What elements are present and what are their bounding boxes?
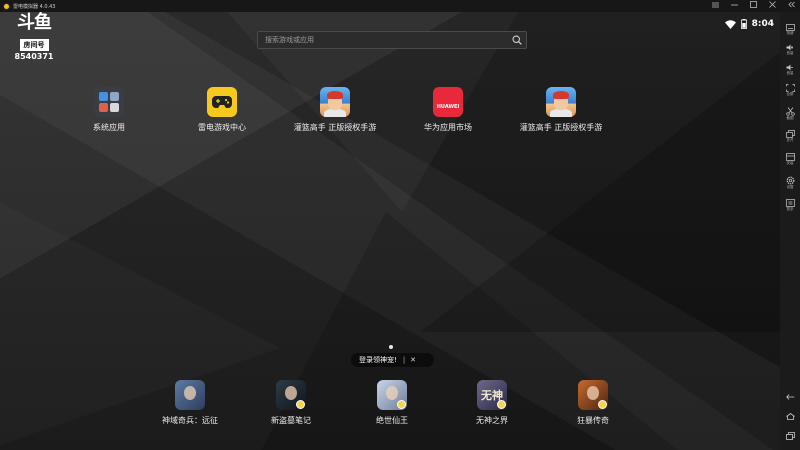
back-arrow-icon <box>785 394 794 400</box>
title-bar: 雷电模拟器 4.0.43 <box>0 0 800 12</box>
toolbar-install-apk-button[interactable]: 安装 <box>780 153 800 165</box>
app-label: 雷电游戏中心 <box>198 123 246 132</box>
dock-game-kuangbao[interactable]: 狂暴传奇 <box>533 380 653 426</box>
window-title: 雷电模拟器 4.0.43 <box>13 3 56 10</box>
app-slam-dunk-2[interactable]: 灌篮高手 正版授权手游 <box>501 87 621 133</box>
slam-dunk-icon <box>546 87 576 117</box>
fullscreen-icon <box>785 84 795 92</box>
toolbar-label: 设置 <box>786 185 794 189</box>
shenyu-game-icon <box>175 380 205 410</box>
gear-icon <box>786 176 794 185</box>
right-toolbar: 按键 音量 音量 全屏 截图 多开 安装 设置 更多 <box>780 12 800 450</box>
toolbar-label: 截图 <box>786 116 794 120</box>
search-icon[interactable] <box>508 32 526 48</box>
slam-dunk-icon <box>320 87 350 117</box>
kuangbao-game-icon <box>578 380 608 410</box>
gamepad-icon <box>207 87 237 117</box>
app-label: 系统应用 <box>93 123 125 132</box>
juexian-game-icon <box>377 380 407 410</box>
download-badge-icon <box>497 400 506 409</box>
download-badge-icon <box>397 400 406 409</box>
volume-up-icon <box>786 44 793 51</box>
tooltip-close-icon[interactable]: ✕ <box>410 356 416 364</box>
toolbar-label: 安装 <box>786 161 794 165</box>
wushen-game-icon: 无神 <box>477 380 507 410</box>
huawei-appgallery-icon: HUAWEI <box>433 87 463 117</box>
toolbar-multi-instance-button[interactable]: 多开 <box>780 130 800 142</box>
room-label: 房间号 <box>19 39 49 51</box>
collapse-sidebar-icon[interactable] <box>786 0 796 12</box>
scissors-icon <box>785 107 795 116</box>
login-reward-tooltip[interactable]: 登录领神宠! | ✕ <box>351 353 434 367</box>
huawei-icon-text: HUAWEI <box>436 104 460 110</box>
app-label: 华为应用市场 <box>424 123 472 132</box>
restore-icon[interactable] <box>748 0 758 12</box>
app-huawei-appgallery[interactable]: HUAWEI 华为应用市场 <box>388 87 508 133</box>
minimize-icon[interactable] <box>729 0 739 12</box>
toolbar-volume-up-button[interactable]: 音量 <box>780 44 800 55</box>
more-icon <box>785 199 795 207</box>
system-apps-icon <box>94 87 124 117</box>
toolbar-settings-button[interactable]: 设置 <box>780 176 800 189</box>
toolbar-label: 音量 <box>786 51 794 55</box>
menu-icon[interactable] <box>710 0 720 12</box>
toolbar-back-button[interactable] <box>780 394 800 401</box>
search-input[interactable] <box>258 36 508 44</box>
battery-icon <box>740 14 747 33</box>
app-label: 灌篮高手 正版授权手游 <box>519 123 603 132</box>
toolbar-label: 全屏 <box>786 92 794 96</box>
toolbar-label: 按键 <box>786 31 794 35</box>
douyu-logo: 斗鱼 <box>17 12 52 33</box>
toolbar-volume-down-button[interactable]: 音量 <box>780 64 800 75</box>
download-badge-icon <box>598 400 607 409</box>
toolbar-recent-apps-button[interactable] <box>780 432 800 440</box>
tooltip-text: 登录领神宠! <box>359 356 397 364</box>
toolbar-home-button[interactable] <box>780 413 800 420</box>
close-icon[interactable] <box>767 0 777 12</box>
app-leidian-game-center[interactable]: 雷电游戏中心 <box>162 87 282 133</box>
daomu-game-icon <box>276 380 306 410</box>
recent-apps-icon <box>785 432 795 440</box>
app-system-apps[interactable]: 系统应用 <box>49 87 169 133</box>
tooltip-separator: | <box>402 356 406 364</box>
toolbar-more-button[interactable]: 更多 <box>780 199 800 211</box>
multi-window-icon <box>785 130 795 138</box>
download-badge-icon <box>296 400 305 409</box>
search-bar[interactable] <box>257 31 527 49</box>
toolbar-label: 音量 <box>786 71 794 75</box>
keyboard-icon <box>785 24 795 31</box>
apk-install-icon <box>785 153 795 161</box>
room-id: 8540371 <box>14 52 54 61</box>
app-label: 灌篮高手 正版授权手游 <box>293 123 377 132</box>
home-icon <box>785 413 795 420</box>
douyu-watermark: 斗鱼 房间号 8540371 <box>10 12 58 62</box>
android-status-bar: 8:04 <box>724 14 774 33</box>
toolbar-label: 多开 <box>786 138 794 142</box>
app-slam-dunk[interactable]: 灌篮高手 正版授权手游 <box>275 87 395 133</box>
toolbar-keymap-button[interactable]: 按键 <box>780 24 800 35</box>
window-controls <box>710 0 796 12</box>
clock: 8:04 <box>751 18 774 29</box>
toolbar-label: 更多 <box>786 207 794 211</box>
emulator-logo-icon <box>3 2 10 10</box>
volume-down-icon <box>786 64 793 71</box>
page-indicator-dot <box>389 345 393 349</box>
toolbar-screenshot-button[interactable]: 截图 <box>780 107 800 120</box>
wifi-icon <box>724 14 736 33</box>
app-label: 狂暴传奇 <box>577 416 609 425</box>
toolbar-fullscreen-button[interactable]: 全屏 <box>780 84 800 96</box>
